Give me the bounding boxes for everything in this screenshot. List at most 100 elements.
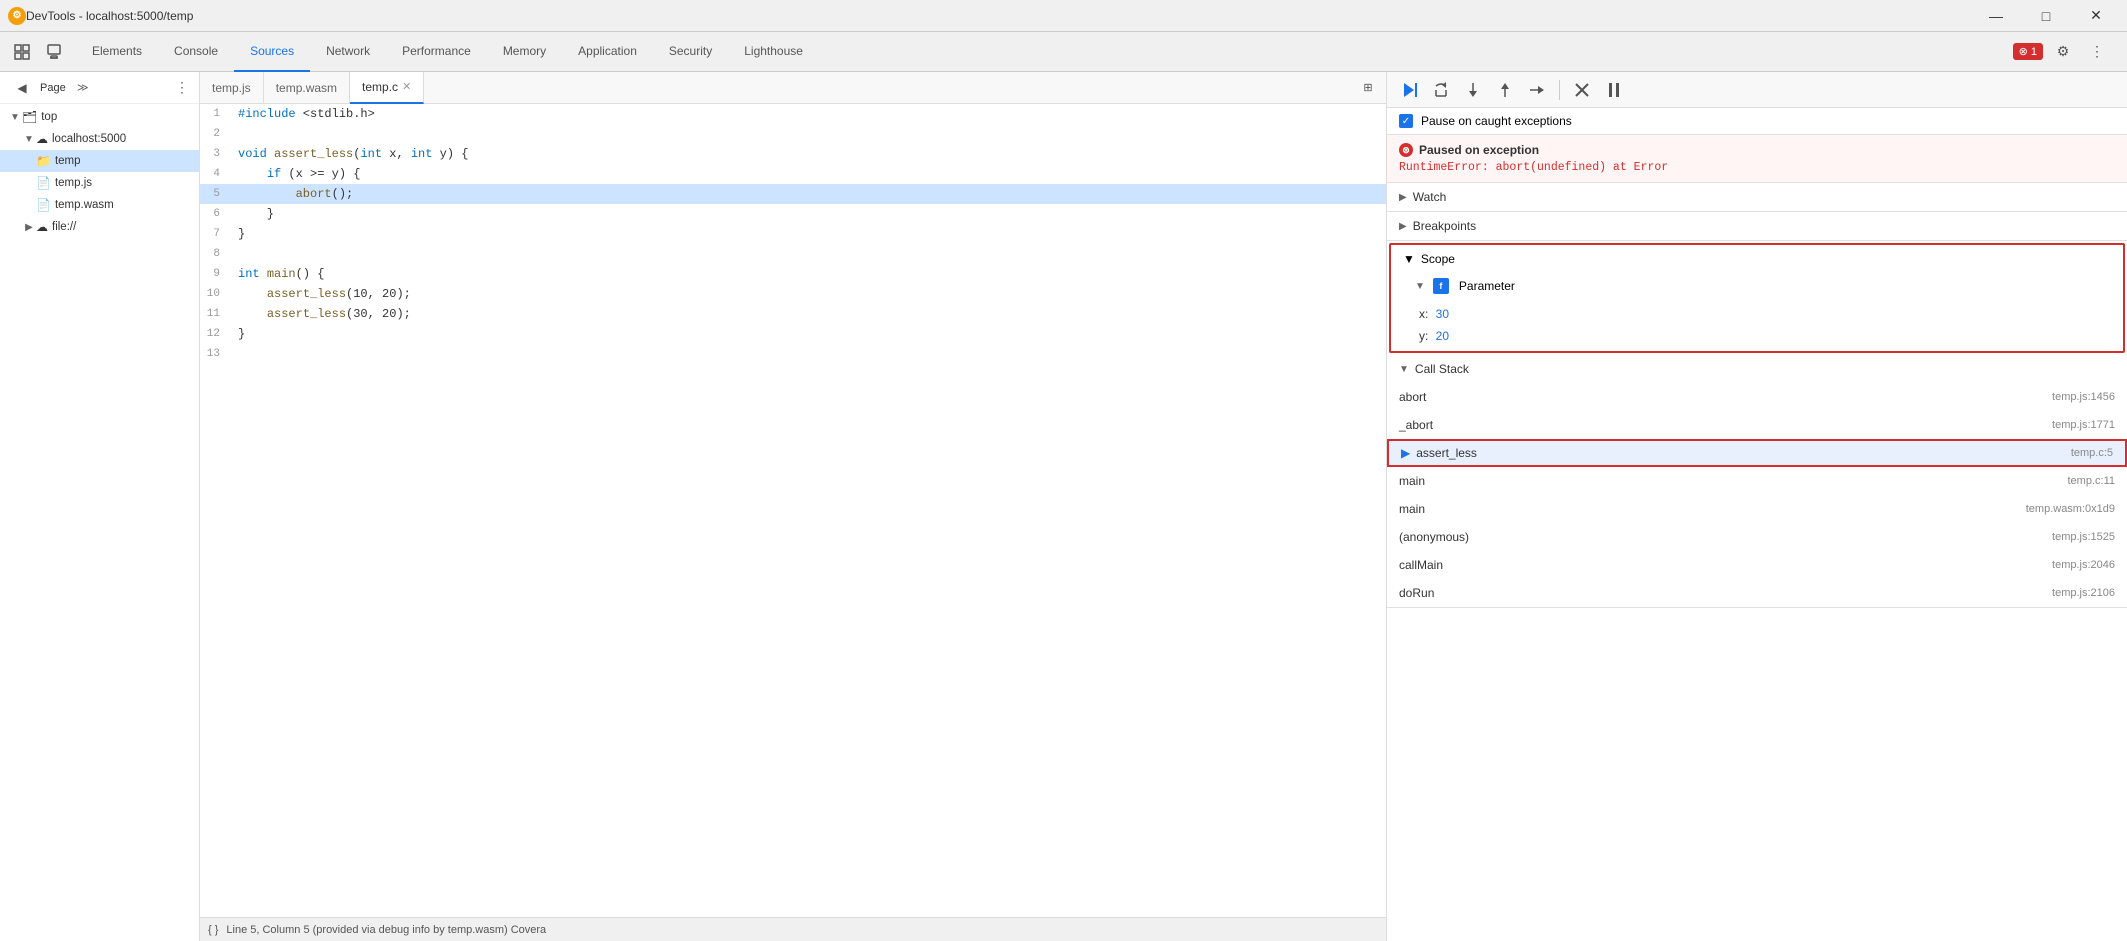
debug-toolbar (1387, 72, 2127, 108)
param-chevron: ▼ (1415, 281, 1425, 292)
sidebar-toggle-icon[interactable]: ◀ (8, 74, 36, 102)
code-line-4: 4 if (x >= y) { (200, 164, 1386, 184)
editor-area: temp.js temp.wasm temp.c ✕ ⊞ 1 #include … (200, 72, 1387, 941)
call-stack-fn-abort: abort (1399, 390, 1426, 404)
call-stack-main-wasm[interactable]: main temp.wasm:0x1d9 (1387, 495, 2127, 523)
code-line-7: 7 } (200, 224, 1386, 244)
scope-header[interactable]: ▼ Scope (1391, 245, 2123, 273)
call-stack-main-c[interactable]: main temp.c:11 (1387, 467, 2127, 495)
sidebar-tree: ▼ 🗂 top ▼ ☁ localhost:5000 📁 temp 📄 temp… (0, 104, 199, 941)
call-stack-assert_less[interactable]: ▶ assert_less temp.c:5 (1387, 439, 2127, 467)
code-line-2: 2 (200, 124, 1386, 144)
editor-expand-icon[interactable]: ⊞ (1354, 74, 1382, 102)
editor-tab-tempwasm[interactable]: temp.wasm (264, 72, 350, 104)
step-button[interactable] (1523, 76, 1551, 104)
tree-item-file[interactable]: ▶ ☁ file:// (0, 216, 199, 238)
call-stack-fn-anonymous: (anonymous) (1399, 530, 1469, 544)
editor-tab-tempjs[interactable]: temp.js (200, 72, 264, 104)
code-line-6: 6 } (200, 204, 1386, 224)
tree-item-tempjs[interactable]: 📄 temp.js (0, 172, 199, 194)
close-button[interactable]: ✕ (2073, 0, 2119, 32)
call-stack-header[interactable]: ▼ Call Stack (1387, 355, 2127, 383)
call-stack-loc-callmain: temp.js:2046 (2052, 559, 2115, 571)
tab-memory[interactable]: Memory (487, 32, 562, 72)
call-stack-fn-_abort: _abort (1399, 418, 1433, 432)
page-label: Page (40, 82, 66, 94)
call-stack-loc-anonymous: temp.js:1525 (2052, 531, 2115, 543)
titlebar-title: DevTools - localhost:5000/temp (26, 9, 1973, 23)
tree-item-top[interactable]: ▼ 🗂 top (0, 106, 199, 128)
tree-item-tempwasm[interactable]: 📄 temp.wasm (0, 194, 199, 216)
call-stack-dorun[interactable]: doRun temp.js:2106 (1387, 579, 2127, 607)
call-stack-fn-dorun: doRun (1399, 586, 1434, 600)
call-stack-loc-assert_less: temp.c:5 (2071, 447, 2113, 459)
scope-chevron: ▼ (1403, 252, 1415, 266)
error-badge[interactable]: ⊗ 1 (2013, 43, 2043, 60)
param-icon: f (1433, 278, 1449, 294)
format-icon[interactable]: { } (208, 924, 218, 936)
watch-header[interactable]: ▶ Watch (1387, 183, 2127, 211)
tab-network[interactable]: Network (310, 32, 386, 72)
watch-label: Watch (1413, 190, 1447, 204)
call-stack-loc-main-wasm: temp.wasm:0x1d9 (2026, 503, 2115, 515)
statusbar-text: Line 5, Column 5 (provided via debug inf… (226, 924, 546, 936)
resume-button[interactable] (1395, 76, 1423, 104)
close-tab-icon[interactable]: ✕ (402, 80, 411, 93)
code-line-10: 10 assert_less(10, 20); (200, 284, 1386, 304)
pause-checkbox[interactable]: ✓ (1399, 114, 1413, 128)
inspect-icon[interactable] (8, 38, 36, 66)
tree-item-localhost[interactable]: ▼ ☁ localhost:5000 (0, 128, 199, 150)
code-table: 1 #include <stdlib.h> 2 3 void assert_le… (200, 104, 1386, 364)
step-out-button[interactable] (1491, 76, 1519, 104)
call-stack-_abort[interactable]: _abort temp.js:1771 (1387, 411, 2127, 439)
maximize-button[interactable]: □ (2023, 0, 2069, 32)
call-stack-loc-abort: temp.js:1456 (2052, 391, 2115, 403)
call-stack-loc-dorun: temp.js:2106 (2052, 587, 2115, 599)
editor-statusbar: { } Line 5, Column 5 (provided via debug… (200, 917, 1386, 941)
call-stack-abort[interactable]: abort temp.js:1456 (1387, 383, 2127, 411)
tab-lighthouse[interactable]: Lighthouse (728, 32, 819, 72)
param-header[interactable]: ▼ f Parameter (1391, 273, 2123, 299)
breakpoints-header[interactable]: ▶ Breakpoints (1387, 212, 2127, 240)
tab-sources[interactable]: Sources (234, 32, 310, 72)
call-stack-fn-assert_less: ▶ assert_less (1401, 446, 1477, 460)
call-stack-loc-_abort: temp.js:1771 (2052, 419, 2115, 431)
device-icon[interactable] (40, 38, 68, 66)
deactivate-button[interactable] (1568, 76, 1596, 104)
watch-chevron: ▶ (1399, 192, 1407, 203)
scope-y-row: y: 20 (1419, 325, 2111, 347)
editor-content[interactable]: 1 #include <stdlib.h> 2 3 void assert_le… (200, 104, 1386, 917)
more-icon[interactable]: ⋮ (2083, 38, 2111, 66)
step-into-button[interactable] (1459, 76, 1487, 104)
right-content[interactable]: ✓ Pause on caught exceptions ⊗ Paused on… (1387, 108, 2127, 941)
editor-tabs: temp.js temp.wasm temp.c ✕ ⊞ (200, 72, 1386, 104)
scope-values: x: 30 y: 20 (1391, 299, 2123, 351)
editor-tab-tempc[interactable]: temp.c ✕ (350, 72, 424, 104)
main-container: ◀ Page ≫ ⋮ ▼ 🗂 top ▼ ☁ localhost:5000 📁 … (0, 72, 2127, 941)
minimize-button[interactable]: — (1973, 0, 2019, 32)
settings-icon[interactable]: ⚙ (2049, 38, 2077, 66)
scope-section: ▼ Scope ▼ f Parameter x: 30 y: (1389, 243, 2125, 353)
param-label: Parameter (1459, 279, 1515, 293)
breakpoints-chevron: ▶ (1399, 221, 1407, 232)
tab-application[interactable]: Application (562, 32, 653, 72)
page-more-icon[interactable]: ≫ (74, 79, 92, 97)
scope-x-key: x: (1419, 307, 1432, 321)
call-stack-anonymous[interactable]: (anonymous) temp.js:1525 (1387, 523, 2127, 551)
tab-security[interactable]: Security (653, 32, 728, 72)
call-stack-callmain[interactable]: callMain temp.js:2046 (1387, 551, 2127, 579)
sidebar: ◀ Page ≫ ⋮ ▼ 🗂 top ▼ ☁ localhost:5000 📁 … (0, 72, 200, 941)
step-over-button[interactable] (1427, 76, 1455, 104)
code-line-8: 8 (200, 244, 1386, 264)
sidebar-options-icon[interactable]: ⋮ (173, 79, 191, 97)
watch-section: ▶ Watch (1387, 183, 2127, 212)
tab-performance[interactable]: Performance (386, 32, 487, 72)
tab-elements[interactable]: Elements (76, 32, 158, 72)
debug-separator-1 (1559, 80, 1560, 100)
devtools-icon: ⚙ (8, 7, 26, 25)
tab-console[interactable]: Console (158, 32, 234, 72)
code-line-3: 3 void assert_less(int x, int y) { (200, 144, 1386, 164)
pause-exceptions-button[interactable] (1600, 76, 1628, 104)
exception-message: RuntimeError: abort(undefined) at Error (1399, 161, 2115, 174)
tree-item-temp[interactable]: 📁 temp (0, 150, 199, 172)
